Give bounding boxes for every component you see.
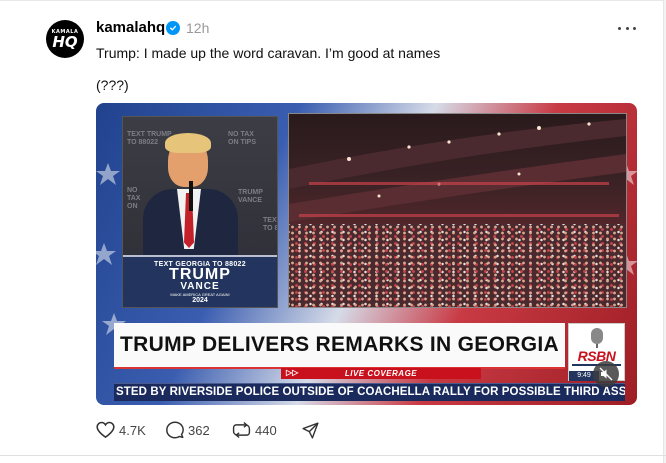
top-divider [0, 0, 666, 1]
bottom-divider [0, 455, 666, 456]
network-name: RSBN [577, 348, 616, 364]
podium-line: TRUMP [169, 266, 231, 283]
live-coverage-label: LIVE COVERAGE [344, 369, 418, 378]
more-dot-icon [625, 26, 629, 30]
podium-sign: TEXT GEORGIA TO 88022 TRUMP VANCE MAKE A… [123, 255, 277, 307]
comment-icon [166, 421, 184, 439]
wall-sign-text: NO TAX ON TIPS [228, 131, 257, 146]
headline-banner: TRUMP DELIVERS REMARKS IN GEORGIA [114, 323, 565, 369]
wall-sign-text: NO TAX ON [127, 187, 141, 210]
like-count: 4.7K [119, 422, 146, 438]
wall-sign-text: TEXT TO 8 [263, 217, 277, 232]
microphone [189, 181, 193, 211]
mute-button[interactable] [593, 361, 619, 387]
send-icon [302, 421, 319, 439]
post-text: Trump: I made up the word caravan. I’m g… [96, 45, 441, 61]
audience [289, 224, 626, 307]
avatar-text-bottom: HQ [52, 32, 78, 51]
more-options-button[interactable] [618, 22, 636, 34]
live-arrows-icon: ▷▷ [286, 368, 299, 377]
podium-line: 2024 [192, 297, 208, 304]
post-video[interactable]: TEXT TRUMP TO 88022 NO TAX ON TIPS NO TA… [96, 103, 637, 405]
comment-button[interactable]: 362 [166, 420, 210, 440]
live-coverage-bar: LIVE COVERAGE [281, 368, 481, 379]
headline-text: TRUMP DELIVERS REMARKS IN GEORGIA [120, 333, 559, 356]
repost-button[interactable]: 440 [232, 420, 277, 440]
wall-sign-text: TRUMP VANCE [238, 189, 263, 204]
speaker-hair [165, 133, 211, 153]
mic-icon [591, 328, 603, 344]
username[interactable]: kamalahq [96, 19, 165, 36]
repost-icon [232, 421, 251, 439]
speaker-feed: TEXT TRUMP TO 88022 NO TAX ON TIPS NO TA… [122, 116, 278, 308]
verified-badge-icon [166, 21, 180, 35]
more-dot-icon [618, 26, 621, 30]
ticker-text: STED BY RIVERSIDE POLICE OUTSIDE OF COAC… [116, 386, 625, 398]
more-dot-icon [633, 26, 636, 30]
heart-icon [96, 421, 115, 439]
repost-count: 440 [255, 422, 277, 438]
post-actions: 4.7K 362 440 [96, 420, 336, 440]
post-subtext: (???) [96, 77, 129, 93]
share-button[interactable] [302, 420, 323, 440]
podium-line: VANCE [180, 281, 220, 292]
news-ticker: STED BY RIVERSIDE POLICE OUTSIDE OF COAC… [114, 383, 625, 401]
speaker-muted-icon [599, 367, 613, 381]
post-timestamp[interactable]: 12h [186, 20, 209, 36]
crowd-feed [288, 113, 627, 308]
avatar[interactable]: KAMALA HQ [46, 20, 84, 58]
like-button[interactable]: 4.7K [96, 420, 146, 440]
comment-count: 362 [188, 422, 210, 438]
